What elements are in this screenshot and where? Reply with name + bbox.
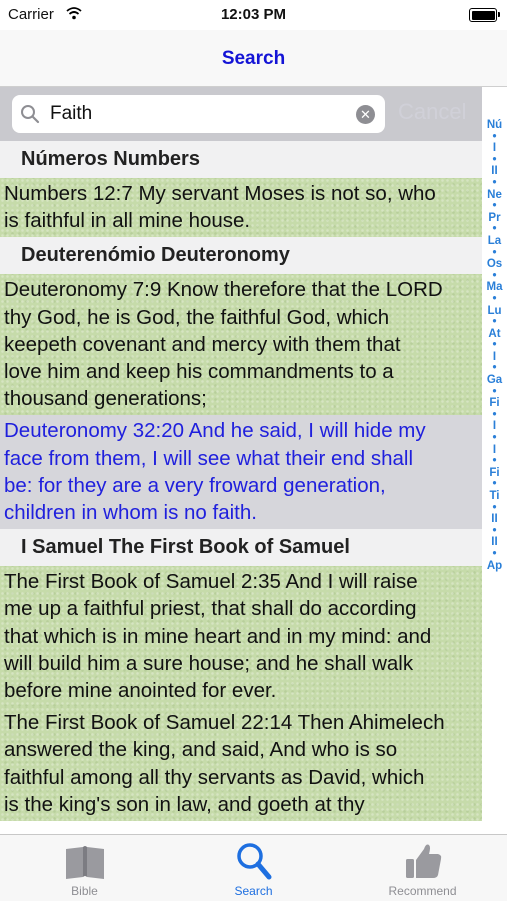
result-row[interactable]: The First Book of Samuel 2:35 And I will… xyxy=(0,566,482,707)
result-line: Numbers 12:7 My servant Moses is not so,… xyxy=(4,182,436,205)
result-line: be: for they are a very froward generati… xyxy=(4,473,386,497)
search-bar: ✕ Cancel xyxy=(0,87,482,141)
navigation-bar: Search xyxy=(0,30,507,87)
search-input[interactable] xyxy=(50,99,350,129)
result-line: thousand generations; xyxy=(4,387,207,411)
section-header: Deuterenómio Deuteronomy xyxy=(0,237,482,275)
search-field[interactable]: ✕ xyxy=(12,95,385,133)
result-row[interactable]: Deuteronomy 7:9 Know therefore that the … xyxy=(0,274,482,415)
thumbs-up-icon xyxy=(406,844,442,878)
index-dot[interactable]: • xyxy=(482,316,507,329)
result-line: The First Book of Samuel 2:35 And I will… xyxy=(4,570,418,594)
result-row[interactable]: Numbers 12:7 My servant Moses is not so,… xyxy=(0,178,482,237)
section-index-bar[interactable]: Nú • I • II • Ne • Pr • La • Os • Ma • L… xyxy=(482,87,507,834)
result-line: is the king's son in law, and goeth at t… xyxy=(4,792,365,816)
magnifier-icon xyxy=(237,843,272,880)
tab-search[interactable]: Search xyxy=(169,835,338,901)
index-dot[interactable]: • xyxy=(482,432,507,445)
tab-label: Search xyxy=(234,884,273,898)
status-time: 12:03 PM xyxy=(220,6,287,23)
result-line: love him and keep his commandments to a xyxy=(4,360,394,384)
tab-bar: Bible Search Recommend xyxy=(0,834,507,901)
result-line: face from them, I will see what their en… xyxy=(4,446,414,470)
result-line: Deuteronomy 32:20 And he said, I will hi… xyxy=(4,419,426,443)
tab-label: Recommend xyxy=(388,884,457,898)
index-dot[interactable]: • xyxy=(482,293,507,306)
result-line: keepeth covenant and mercy with them tha… xyxy=(4,332,401,356)
index-item[interactable]: Os xyxy=(482,259,507,271)
result-line: thy God, he is God, the faithful God, wh… xyxy=(4,305,390,329)
result-line: before mine anointed for ever. xyxy=(4,679,277,703)
battery-icon xyxy=(469,8,500,22)
result-line: is faithful in all mine house. xyxy=(4,209,251,233)
book-icon xyxy=(66,846,104,879)
index-item[interactable]: La xyxy=(482,235,507,248)
status-bar: Carrier 12:03 PM xyxy=(0,0,507,30)
result-row[interactable]: The First Book of Samuel 22:14 Then Ahim… xyxy=(0,707,482,821)
search-icon xyxy=(21,105,40,124)
index-item[interactable]: Nú xyxy=(482,119,507,132)
index-item[interactable]: Ga xyxy=(482,374,507,387)
page-title: Search xyxy=(221,48,286,69)
results-list[interactable]: Números Numbers Numbers 12:7 My servant … xyxy=(0,141,482,834)
result-line: will build him a sure house; and he shal… xyxy=(4,651,414,675)
result-line: children in whom is no faith. xyxy=(4,501,257,525)
result-line: me up a faithful priest, that shall do a… xyxy=(4,597,417,621)
result-line: that which is in mine heart and in my mi… xyxy=(4,624,432,648)
index-dot[interactable]: • xyxy=(482,177,507,190)
index-dot[interactable]: • xyxy=(482,548,507,561)
clear-search-icon[interactable]: ✕ xyxy=(356,105,375,124)
tab-bible[interactable]: Bible xyxy=(0,835,169,901)
section-header: I Samuel The First Book of Samuel xyxy=(0,529,482,567)
result-line: The First Book of Samuel 22:14 Then Ahim… xyxy=(4,711,445,735)
cancel-button[interactable]: Cancel xyxy=(398,99,466,125)
index-item[interactable]: Ap xyxy=(482,560,507,573)
result-line: answered the king, and said, And who is … xyxy=(4,738,398,762)
result-row-selected[interactable]: Deuteronomy 32:20 And he said, I will hi… xyxy=(0,415,482,530)
result-line: Deuteronomy 7:9 Know therefore that the … xyxy=(4,278,443,302)
index-item[interactable]: Ti xyxy=(482,490,507,503)
section-header: Números Numbers xyxy=(0,141,482,178)
tab-label: Bible xyxy=(71,884,98,898)
tab-recommend[interactable]: Recommend xyxy=(338,835,507,901)
index-dot[interactable]: • xyxy=(482,201,507,213)
result-line: faithful among all thy servants as David… xyxy=(4,765,425,789)
